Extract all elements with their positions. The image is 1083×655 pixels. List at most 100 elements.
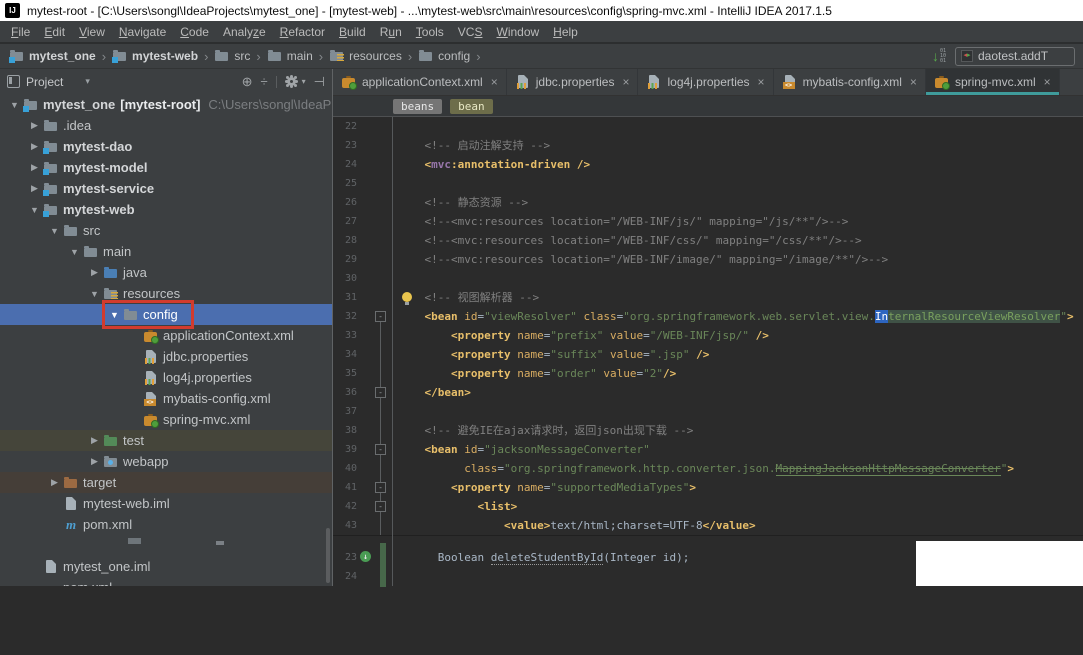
project-panel-title[interactable]: Project: [26, 75, 63, 89]
chevron-down-icon[interactable]: ▼: [26, 205, 43, 215]
tree-row-ghost[interactable]: [0, 535, 332, 556]
breadcrumb-item-mytest_one[interactable]: mytest_one: [8, 48, 97, 64]
chevron-right-icon[interactable]: ▶: [86, 267, 103, 278]
chevron-right-icon[interactable]: ▶: [26, 183, 43, 194]
tab-mybatis-config.xml[interactable]: <> mybatis-config.xml ×: [774, 69, 926, 95]
code-line[interactable]: 28 <!--<mvc:resources location="/WEB-INF…: [333, 231, 1083, 250]
close-icon[interactable]: ×: [910, 75, 917, 89]
menu-item-help[interactable]: Help: [546, 25, 585, 39]
tree-row-.idea[interactable]: ▶ .idea: [0, 115, 332, 136]
code-line[interactable]: 36 - </bean>: [333, 383, 1083, 402]
code-line[interactable]: 41 - <property name="supportedMediaTypes"…: [333, 478, 1083, 497]
chevron-down-icon[interactable]: ▾: [85, 76, 90, 87]
tree-row-mytest-web[interactable]: ▼ mytest-web: [0, 199, 332, 220]
tree-row-mytest-dao[interactable]: ▶ mytest-dao: [0, 136, 332, 157]
tree-row-mytest_one[interactable]: ▼ mytest_one [mytest-root] C:\Users\songl\I…: [0, 94, 332, 115]
code-line[interactable]: 23 <!-- 启动注解支持 -->: [333, 136, 1083, 155]
close-icon[interactable]: ×: [622, 75, 629, 89]
tab-applicationContext.xml[interactable]: applicationContext.xml ×: [333, 69, 507, 95]
breadcrumb-item-resources[interactable]: resources: [328, 48, 403, 64]
menu-item-vcs[interactable]: VCS: [451, 25, 490, 39]
code-line[interactable]: 22: [333, 117, 1083, 136]
tree-row-pom.xml[interactable]: m pom.xml: [0, 514, 332, 535]
code-line[interactable]: 32 - <bean id="viewResolver" class="org.s…: [333, 307, 1083, 326]
chevron-down-icon[interactable]: ▼: [46, 226, 63, 236]
menu-item-build[interactable]: Build: [332, 25, 373, 39]
code-editor[interactable]: 22 23 <!-- 启动注解支持 --> 24 <mvc:annotation-d…: [333, 117, 1083, 586]
chevron-right-icon[interactable]: ▶: [26, 141, 43, 152]
tree-row-log4j.properties[interactable]: log4j.properties: [0, 367, 332, 388]
hide-panel-icon[interactable]: ⊣: [314, 75, 325, 88]
tree-row-target[interactable]: ▶ target: [0, 472, 332, 493]
override-marker-icon[interactable]: ↓: [360, 551, 371, 562]
code-line[interactable]: 39 - <bean id="jacksonMessageConverter": [333, 440, 1083, 459]
close-icon[interactable]: ×: [491, 75, 498, 89]
fold-marker[interactable]: -: [375, 482, 386, 493]
chevron-right-icon[interactable]: ▶: [86, 435, 103, 446]
run-configuration-select[interactable]: ◂ ▸ daotest.addT: [955, 46, 1075, 66]
breadcrumb-item-mytest-web[interactable]: mytest-web: [111, 48, 199, 64]
menu-item-edit[interactable]: Edit: [37, 25, 72, 39]
code-line[interactable]: 35 <property name="order" value="2"/>: [333, 364, 1083, 383]
code-line[interactable]: 27 <!--<mvc:resources location="/WEB-INF…: [333, 212, 1083, 231]
tab-spring-mvc.xml[interactable]: spring-mvc.xml ×: [925, 69, 1060, 95]
breadcrumb-item-main[interactable]: main: [266, 48, 314, 64]
fold-marker[interactable]: -: [375, 387, 386, 398]
locate-icon[interactable]: ⊕: [242, 75, 253, 88]
code-line[interactable]: 29 <!--<mvc:resources location="/WEB-INF…: [333, 250, 1083, 269]
menu-item-refactor[interactable]: Refactor: [273, 25, 332, 39]
tree-row-mytest-web.iml[interactable]: mytest-web.iml: [0, 493, 332, 514]
close-icon[interactable]: ×: [1044, 75, 1051, 89]
menu-item-analyze[interactable]: Analyze: [216, 25, 273, 39]
chevron-right-icon[interactable]: ▶: [46, 477, 63, 488]
tree-row-resources[interactable]: ▼ resources: [0, 283, 332, 304]
project-scrollbar-thumb[interactable]: [326, 528, 330, 583]
code-line[interactable]: 42 - <list>: [333, 497, 1083, 516]
tree-row-applicationContext.xml[interactable]: applicationContext.xml: [0, 325, 332, 346]
menu-item-code[interactable]: Code: [173, 25, 216, 39]
tab-jdbc.properties[interactable]: jdbc.properties ×: [507, 69, 639, 95]
menu-item-run[interactable]: Run: [373, 25, 409, 39]
chevron-down-icon[interactable]: ▼: [6, 100, 23, 110]
tree-row-jdbc.properties[interactable]: jdbc.properties: [0, 346, 332, 367]
tree-row-pom.xml[interactable]: m pom.xml: [0, 577, 332, 587]
fold-marker[interactable]: -: [375, 311, 386, 322]
tree-row-mytest_one.iml[interactable]: mytest_one.iml: [0, 556, 332, 577]
tree-row-webapp[interactable]: ▶ webapp: [0, 451, 332, 472]
chevron-down-icon[interactable]: ▼: [66, 247, 83, 257]
tag-chip-bean[interactable]: bean: [450, 98, 493, 114]
chevron-right-icon[interactable]: ▶: [86, 456, 103, 467]
code-line[interactable]: 33 <property name="prefix" value="/WEB-I…: [333, 326, 1083, 345]
fold-marker[interactable]: -: [375, 501, 386, 512]
code-line[interactable]: 26 <!-- 静态资源 -->: [333, 193, 1083, 212]
code-line[interactable]: 25: [333, 174, 1083, 193]
tree-row-java[interactable]: ▶ java: [0, 262, 332, 283]
breadcrumb-item-src[interactable]: src: [213, 48, 251, 64]
vcs-update-icon[interactable]: ↓ 01 10 01: [932, 48, 946, 64]
breadcrumb-item-config[interactable]: config: [417, 48, 471, 64]
collapse-all-icon[interactable]: ÷: [261, 75, 268, 88]
code-line[interactable]: 24 <mvc:annotation-driven />: [333, 155, 1083, 174]
code-line[interactable]: 31 <!-- 视图解析器 -->: [333, 288, 1083, 307]
chevron-right-icon[interactable]: ▶: [26, 162, 43, 173]
settings-gear-icon[interactable]: [286, 77, 296, 86]
code-line[interactable]: 34 <property name="suffix" value=".jsp" …: [333, 345, 1083, 364]
code-line[interactable]: 38 <!-- 避免IE在ajax请求时，返回json出现下载 -->: [333, 421, 1083, 440]
chevron-down-icon[interactable]: ▼: [106, 310, 123, 320]
tree-row-mybatis-config.xml[interactable]: <> mybatis-config.xml: [0, 388, 332, 409]
tree-row-src[interactable]: ▼ src: [0, 220, 332, 241]
tree-row-mytest-service[interactable]: ▶ mytest-service: [0, 178, 332, 199]
tree-row-spring-mvc.xml[interactable]: spring-mvc.xml: [0, 409, 332, 430]
chevron-right-icon[interactable]: ▶: [26, 120, 43, 131]
close-icon[interactable]: ×: [758, 75, 765, 89]
fold-marker[interactable]: -: [375, 444, 386, 455]
tree-row-mytest-model[interactable]: ▶ mytest-model: [0, 157, 332, 178]
code-line[interactable]: 30: [333, 269, 1083, 288]
tab-log4j.properties[interactable]: log4j.properties ×: [638, 69, 774, 95]
menu-item-file[interactable]: File: [4, 25, 37, 39]
menu-item-window[interactable]: Window: [489, 25, 546, 39]
chevron-down-icon[interactable]: ▼: [86, 289, 103, 299]
tree-row-main[interactable]: ▼ main: [0, 241, 332, 262]
tree-row-test[interactable]: ▶ test: [0, 430, 332, 451]
code-line[interactable]: 43 <value>text/html;charset=UTF-8</value…: [333, 516, 1083, 535]
